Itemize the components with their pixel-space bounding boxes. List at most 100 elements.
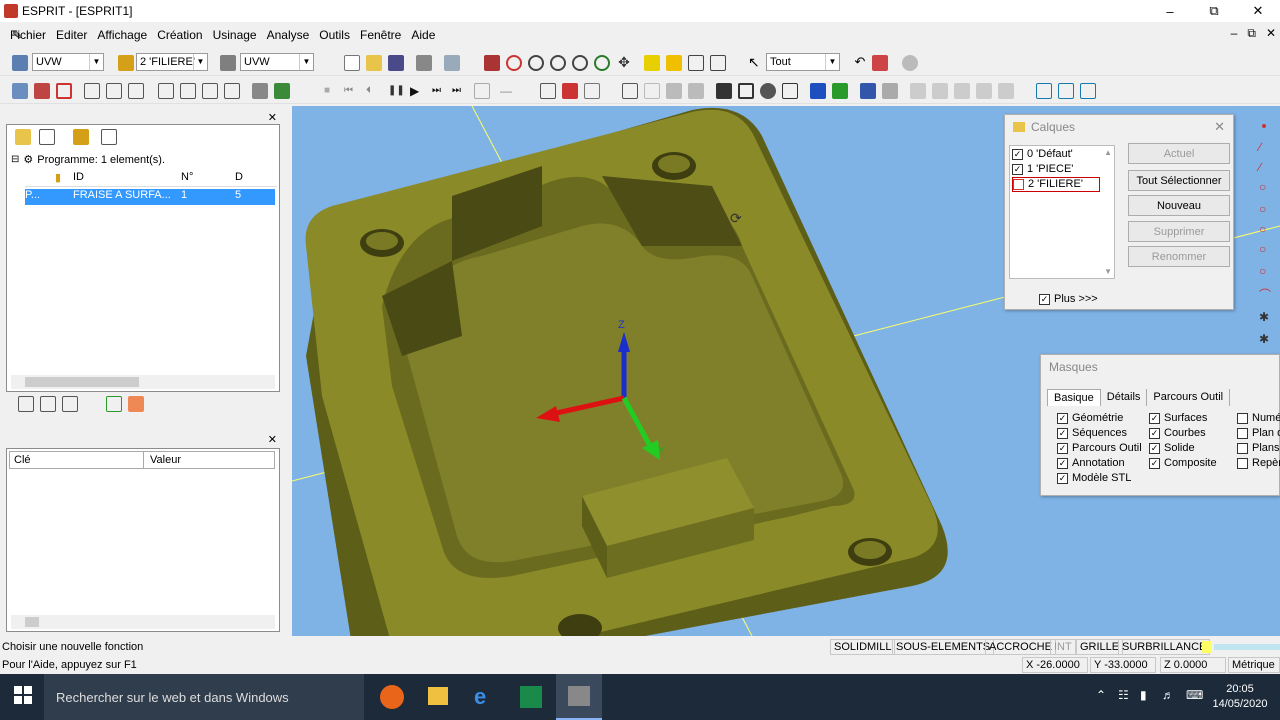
selection-filter-combo[interactable]: Tout ▼ bbox=[766, 53, 840, 71]
feature-icon[interactable] bbox=[12, 83, 28, 99]
tree-root[interactable]: ⊟ ⚙ Programme: 1 element(s). bbox=[11, 153, 165, 167]
new-file-icon[interactable] bbox=[344, 55, 360, 71]
tab-tools-icon[interactable] bbox=[62, 396, 78, 412]
extend-icon[interactable]: ✱ bbox=[1259, 332, 1269, 346]
indicator-accroche[interactable]: ACCROCHE bbox=[985, 639, 1056, 655]
close-icon[interactable]: ✕ bbox=[268, 111, 277, 124]
shade-icon[interactable] bbox=[644, 55, 660, 71]
mask-parcours-outil[interactable]: ✓ Parcours Outil bbox=[1057, 441, 1142, 456]
hidden-lines-icon[interactable] bbox=[710, 55, 726, 71]
menu-outils[interactable]: Outils bbox=[319, 28, 350, 42]
column-key[interactable]: Clé bbox=[10, 452, 144, 468]
chevron-up-icon[interactable]: ⌃ bbox=[1096, 688, 1106, 702]
coordinate-icon[interactable] bbox=[220, 55, 236, 71]
sim-step-icon[interactable]: ⏭ bbox=[432, 83, 448, 99]
tab-layers-icon[interactable] bbox=[128, 396, 144, 412]
fixture-icon[interactable] bbox=[760, 83, 776, 99]
plus-option[interactable]: ✓ Plus >>> bbox=[1039, 293, 1098, 305]
mask-modele-stl[interactable]: ✓ Modèle STL bbox=[1057, 471, 1142, 486]
list-item-selected[interactable]: 2 'FILIERE' bbox=[1012, 177, 1100, 192]
layers-dialog-header[interactable]: Calques bbox=[1005, 115, 1233, 139]
volume-icon[interactable]: ♬ bbox=[1162, 688, 1174, 702]
coordinate-combo[interactable]: UVW ▼ bbox=[240, 53, 314, 71]
machine-c-icon[interactable] bbox=[666, 83, 682, 99]
esprit-taskbar-button[interactable] bbox=[556, 674, 602, 720]
part-icon[interactable] bbox=[738, 83, 754, 99]
rotate-icon[interactable] bbox=[594, 55, 610, 71]
column-d[interactable]: D bbox=[235, 171, 243, 186]
list-item[interactable]: ✓ 1 'PIECE' bbox=[1012, 163, 1073, 175]
battery-icon[interactable]: ▮ bbox=[1140, 688, 1147, 702]
view-top-icon[interactable] bbox=[882, 83, 898, 99]
table-row[interactable]: P... FRAISE A SURFA... 1 5 bbox=[25, 189, 275, 205]
close-icon[interactable]: ✕ bbox=[268, 433, 277, 446]
layer-combo[interactable]: 2 'FILIERE' ▼ bbox=[136, 53, 208, 71]
grid-icon[interactable] bbox=[1036, 83, 1052, 99]
maximize-button[interactable]: ⧉ bbox=[1192, 0, 1236, 22]
stop-icon[interactable] bbox=[902, 55, 918, 71]
simulation-icon[interactable] bbox=[274, 83, 290, 99]
keyboard-icon[interactable]: ⌨ bbox=[1186, 688, 1203, 702]
machine-b-icon[interactable] bbox=[644, 83, 660, 99]
line-icon[interactable]: ∕ bbox=[1259, 140, 1261, 154]
face-milling-icon[interactable] bbox=[84, 83, 100, 99]
delete-layer-button[interactable]: Supprimer bbox=[1128, 221, 1230, 242]
chain-icon[interactable] bbox=[34, 83, 50, 99]
machine-a-icon[interactable] bbox=[622, 83, 638, 99]
zoom-in-icon[interactable] bbox=[506, 55, 522, 71]
layer-0-checkbox[interactable]: ✓ bbox=[1012, 148, 1023, 160]
solid-green-icon[interactable] bbox=[832, 83, 848, 99]
tab-operations-icon[interactable] bbox=[40, 396, 56, 412]
tools-dropdown-icon[interactable] bbox=[101, 129, 117, 145]
drill-icon[interactable] bbox=[128, 83, 144, 99]
indicator-surbrillance[interactable]: SURBRILLANCE bbox=[1118, 639, 1211, 655]
document-icon[interactable]: ✎ bbox=[12, 28, 22, 42]
layer-col-icon[interactable]: ▮ bbox=[55, 171, 73, 186]
arc-icon[interactable]: ○ bbox=[1259, 180, 1266, 194]
arrow-cursor-icon[interactable]: ↖ bbox=[748, 55, 764, 71]
trim-icon[interactable]: ✱ bbox=[1259, 310, 1269, 324]
tab-parcours-outil[interactable]: Parcours Outil bbox=[1147, 389, 1231, 406]
mdi-restore-button[interactable]: ⧉ bbox=[1247, 26, 1256, 41]
indicator-sous-elements[interactable]: SOUS-ELEMENTS bbox=[892, 639, 995, 655]
sim-forward-icon[interactable]: ⏭ bbox=[452, 83, 468, 99]
file-explorer-icon[interactable] bbox=[428, 687, 448, 705]
tool-c-icon[interactable] bbox=[202, 83, 218, 99]
zoom-out-icon[interactable] bbox=[550, 55, 566, 71]
save-icon[interactable] bbox=[388, 55, 404, 71]
mask-annotation[interactable]: ✓ Annotation bbox=[1057, 456, 1142, 471]
header-icon[interactable] bbox=[25, 171, 55, 186]
mask-geometrie[interactable]: ✓ Géométrie bbox=[1057, 411, 1142, 426]
view-d-icon[interactable] bbox=[976, 83, 992, 99]
stock-icon[interactable] bbox=[716, 83, 732, 99]
layer-icon[interactable] bbox=[118, 55, 134, 71]
scroll-down-icon[interactable]: ▼ bbox=[1104, 267, 1112, 276]
view-c-icon[interactable] bbox=[954, 83, 970, 99]
view-iso-icon[interactable] bbox=[860, 83, 876, 99]
windows-start-icon[interactable] bbox=[14, 686, 32, 704]
circle-2-icon[interactable]: ○ bbox=[1259, 222, 1266, 236]
sim-stop-icon[interactable]: ■ bbox=[324, 83, 340, 99]
workplane-icon[interactable] bbox=[12, 55, 28, 71]
indicator-int[interactable]: INT bbox=[1050, 639, 1076, 655]
tab-project-icon[interactable] bbox=[18, 396, 34, 412]
clamp-icon[interactable] bbox=[782, 83, 798, 99]
sim-speed-icon[interactable]: — bbox=[500, 83, 516, 99]
menu-usinage[interactable]: Usinage bbox=[213, 28, 257, 42]
solid-blue-icon[interactable] bbox=[810, 83, 826, 99]
pan-icon[interactable]: ✥ bbox=[616, 55, 632, 71]
select-all-button[interactable]: Tout Sélectionner bbox=[1128, 170, 1230, 191]
machine-d-icon[interactable] bbox=[688, 83, 704, 99]
edge-icon[interactable]: e bbox=[474, 684, 486, 710]
point-icon[interactable] bbox=[1262, 124, 1266, 128]
plus-checkbox[interactable]: ✓ bbox=[1039, 293, 1050, 305]
circle-4-icon[interactable]: ○ bbox=[1259, 264, 1266, 278]
circle-3-icon[interactable]: ○ bbox=[1259, 242, 1266, 256]
tab-features-icon[interactable] bbox=[106, 396, 122, 412]
indicator-solidmill[interactable]: SOLIDMILL bbox=[830, 639, 896, 655]
copy-icon[interactable] bbox=[444, 55, 460, 71]
menu-affichage[interactable]: Affichage bbox=[97, 28, 147, 42]
actuel-button[interactable]: Actuel bbox=[1128, 143, 1230, 164]
camtasia-icon[interactable] bbox=[520, 686, 542, 708]
wireframe-icon[interactable] bbox=[688, 55, 704, 71]
